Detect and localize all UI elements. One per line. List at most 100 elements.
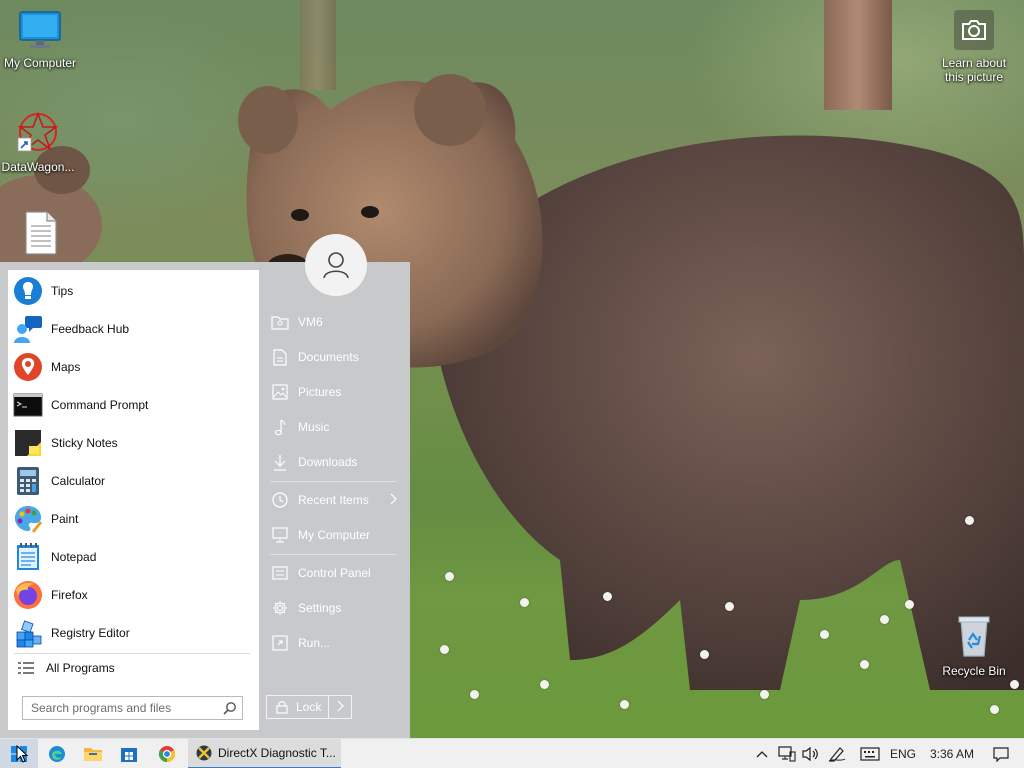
program-item-paint[interactable]: Paint: [8, 500, 259, 538]
search-placeholder: Search programs and files: [31, 701, 172, 715]
search-icon[interactable]: [223, 701, 237, 718]
program-label: Feedback Hub: [51, 322, 130, 336]
program-label: Firefox: [51, 588, 88, 602]
camera-icon: [954, 10, 994, 50]
program-item-firefox[interactable]: Firefox: [8, 576, 259, 614]
program-label: Sticky Notes: [51, 436, 118, 450]
notification-icon: [993, 747, 1009, 762]
program-item-command-prompt[interactable]: Command Prompt: [8, 386, 259, 424]
program-item-registry-editor[interactable]: Registry Editor: [8, 614, 259, 652]
notepad-icon: [13, 542, 43, 572]
downloads-icon: [270, 452, 290, 472]
store-icon: [121, 748, 137, 762]
language-indicator[interactable]: ENG: [886, 739, 920, 768]
recycle-bin-icon: [958, 616, 990, 657]
pen-tray-button[interactable]: [826, 739, 848, 768]
program-label: Notepad: [51, 550, 97, 564]
directx-icon: [196, 745, 212, 761]
search-input[interactable]: Search programs and files: [22, 696, 243, 720]
show-hidden-icons-button[interactable]: [752, 739, 772, 768]
place-item-documents[interactable]: Documents: [265, 342, 403, 372]
program-item-tips[interactable]: Tips: [8, 272, 259, 310]
desktop-icon-datawagon[interactable]: DataWagon...: [0, 110, 78, 174]
file-explorer-taskbar-button[interactable]: [78, 739, 108, 768]
power-options-button[interactable]: [328, 695, 352, 719]
lock-label: Lock: [296, 700, 322, 714]
places-divider: [270, 554, 396, 555]
user-folder-icon: [270, 312, 290, 332]
language-label: ENG: [889, 747, 916, 761]
program-item-calculator[interactable]: Calculator: [8, 462, 259, 500]
desktop-icon-label: Learn about this picture: [941, 56, 1007, 84]
place-label: Documents: [298, 350, 359, 364]
taskbar-item-directx-diagnostic[interactable]: DirectX Diagnostic T...: [188, 739, 341, 768]
all-programs-button[interactable]: All Programs: [8, 654, 259, 682]
place-item-run[interactable]: Run...: [265, 628, 403, 658]
place-item-my-computer[interactable]: My Computer: [265, 520, 403, 550]
chrome-taskbar-button[interactable]: [152, 739, 182, 768]
taskbar: DirectX Diagnostic T... ENG 3:36 AM: [0, 738, 1024, 768]
documents-icon: [270, 347, 290, 367]
edge-icon: [49, 746, 65, 762]
desktop-icon-recycle-bin[interactable]: Recycle Bin: [934, 614, 1014, 678]
user-avatar[interactable]: [305, 234, 367, 296]
place-item-control-panel[interactable]: Control Panel: [265, 558, 403, 588]
place-item-music[interactable]: Music: [265, 412, 403, 442]
monitor-icon: [19, 11, 61, 48]
network-icon: [778, 746, 796, 762]
place-label: VM6: [298, 315, 323, 329]
pen-icon: [828, 747, 846, 762]
program-item-notepad[interactable]: Notepad: [8, 538, 259, 576]
place-label: Pictures: [298, 385, 342, 399]
place-label: Music: [298, 420, 330, 434]
calculator-icon: [13, 466, 43, 496]
lock-icon: [276, 700, 288, 714]
program-item-feedback-hub[interactable]: Feedback Hub: [8, 310, 259, 348]
clock[interactable]: 3:36 AM: [924, 739, 980, 768]
run-icon: [270, 633, 290, 653]
place-item-settings[interactable]: Settings: [265, 593, 403, 623]
folder-icon: [84, 748, 102, 761]
registry-editor-icon: [13, 618, 43, 648]
mouse-cursor-icon: [16, 745, 28, 763]
desktop-icon-learn-about-picture[interactable]: Learn about this picture: [934, 10, 1014, 84]
firefox-icon: [13, 580, 43, 610]
chevron-right-icon: [390, 493, 397, 508]
desktop-icon-text-file[interactable]: [0, 210, 80, 259]
touch-keyboard-button[interactable]: [858, 739, 882, 768]
volume-tray-button[interactable]: [800, 739, 822, 768]
places-divider: [270, 481, 396, 482]
chevron-up-icon: [756, 751, 768, 758]
desktop-icon-label: Recycle Bin: [942, 664, 1006, 678]
chevron-right-icon: [337, 700, 344, 715]
store-taskbar-button[interactable]: [114, 739, 144, 768]
place-label: Recent Items: [298, 493, 369, 507]
list-icon: [16, 658, 36, 678]
clock-time: 3:36 AM: [929, 747, 975, 761]
text-document-icon: [25, 211, 57, 255]
place-item-downloads[interactable]: Downloads: [265, 447, 403, 477]
place-label: Settings: [298, 601, 342, 615]
start-button[interactable]: [0, 739, 38, 768]
place-item-recent-items[interactable]: Recent Items: [265, 485, 403, 515]
desktop-icon-label: DataWagon...: [1, 160, 75, 174]
control-panel-icon: [270, 563, 290, 583]
maps-icon: [13, 352, 43, 382]
command-prompt-icon: [13, 390, 43, 420]
program-label: Command Prompt: [51, 398, 149, 412]
notifications-button[interactable]: [988, 739, 1014, 768]
program-item-sticky-notes[interactable]: Sticky Notes: [8, 424, 259, 462]
place-item-pictures[interactable]: Pictures: [265, 377, 403, 407]
taskbar-item-label: DirectX Diagnostic T...: [218, 746, 336, 760]
edge-taskbar-button[interactable]: [42, 739, 72, 768]
program-label: Calculator: [51, 474, 106, 488]
program-label: Paint: [51, 512, 79, 526]
desktop-icon-my-computer[interactable]: My Computer: [0, 10, 80, 70]
network-tray-button[interactable]: [776, 739, 798, 768]
start-menu: Tips Feedback Hub Maps Command Prompt St…: [0, 234, 410, 738]
place-item-vm6[interactable]: VM6: [265, 307, 403, 337]
all-programs-label: All Programs: [46, 661, 115, 675]
lock-button[interactable]: Lock: [266, 695, 329, 719]
program-item-maps[interactable]: Maps: [8, 348, 259, 386]
recent-items-icon: [270, 490, 290, 510]
